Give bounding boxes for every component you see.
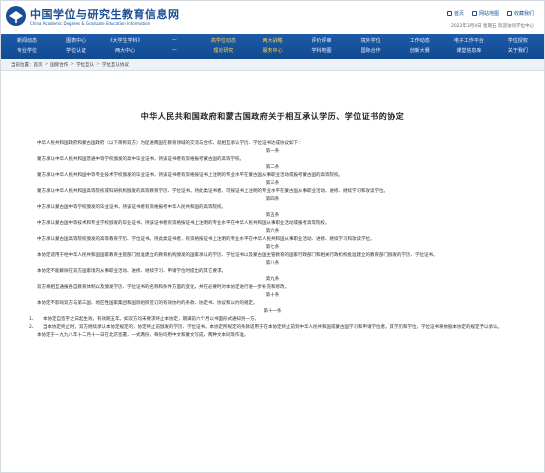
page: 中国学位与研究生教育信息网 China Academic Degrees & G… [0, 0, 545, 473]
nav-item[interactable]: 新闻动态 [7, 37, 47, 44]
article-heading: 第十条 [265, 293, 280, 298]
home-link[interactable]: 首页 [446, 10, 464, 17]
article-heading: 第四条 [265, 197, 280, 202]
home-icon [446, 11, 452, 16]
nav-item[interactable]: 理论研究 [203, 47, 243, 54]
document-panel: 中华人民共和国政府和蒙古国政府关于相互承认学历、学位证书的协定 中华人民共和国政… [15, 77, 530, 472]
article-heading: 第三条 [265, 181, 280, 186]
nav-item[interactable]: 《大学生学科》 [105, 37, 145, 44]
home-link-label: 首页 [453, 11, 464, 17]
article-heading: 第一条 [265, 149, 280, 154]
site-subtitle: China Academic Degrees & Graduate Educat… [30, 21, 151, 26]
breadcrumb-item[interactable]: 国际合作 [50, 62, 68, 68]
preamble: 中华人民共和国政府和蒙古国政府（以下简称双方）为促进两国在教育领域的交流与合作，… [37, 141, 303, 146]
breadcrumb-item[interactable]: 首页 [34, 62, 43, 68]
article-heading: 第七条 [265, 245, 280, 250]
article-text: 本协定适用于经中华人民共和国国家教育主管部门批准建立的教育机构颁发的国家承认的学… [37, 253, 438, 258]
article-text: 蒙方承认中华人民共和国中等专业技术学校颁发的毕业证书，持该证书者有资格按证书上注… [37, 173, 343, 178]
breadcrumb-item: 学位互认协议 [101, 62, 129, 68]
article-text: 中方承认蒙古国中等学校颁发的毕业证书，持该证书者有资格报考中华人民共和国的高等院… [37, 205, 226, 210]
article-text: 蒙方承认中华人民共和国高等院校或科研机构颁发的高等教育学历、学位证书。持此类证书… [37, 189, 388, 194]
article-text: 本协定不能解除在双方国家境内从事职业活动、进修、继续学习、申请学位时提出的其它要… [37, 269, 226, 274]
nav-item[interactable]: — [154, 37, 194, 44]
nav-item[interactable]: 创新大赛 [400, 47, 440, 54]
favorite-link[interactable]: 收藏我们 [506, 10, 534, 17]
article-heading: 第九条 [265, 277, 280, 282]
article-heading: 第五条 [265, 213, 280, 218]
article-heading: 第二条 [265, 165, 280, 170]
site-title[interactable]: 中国学位与研究生教育信息网 [30, 6, 180, 22]
breadcrumb-separator: > [96, 62, 100, 67]
sitemap-link[interactable]: 网站地图 [471, 10, 499, 17]
clause-text: 当本协定终止时，双方继续承认本协定规定的，协定终止前颁发的学历、学位证书。本协定… [43, 325, 502, 330]
sitemap-icon [471, 11, 477, 16]
article-text: 中方承认蒙古国高等院校颁发的高等教育学历、学位证书。持此类证书者，有资格按证书上… [37, 237, 375, 242]
nav-item[interactable]: 电子工作平台 [449, 37, 489, 44]
document-title: 中华人民共和国政府和蒙古国政府关于相互承认学历、学位证书的协定 [140, 112, 405, 121]
clause-item: 1、 本协定自签字之日起生效，有效期五年。如双方均未要求终止本协定，期满前六个月… [25, 316, 520, 324]
star-icon [506, 11, 512, 16]
nav-item[interactable]: 学位认证 [56, 47, 96, 54]
breadcrumb: 当前位置： 首页 > 国际合作 > 学位互认 > 学位互认协议 [1, 59, 544, 71]
document-body: 中华人民共和国政府和蒙古国政府（以下简称双方）为促进两国在教育领域的交流与合作，… [15, 140, 530, 340]
date-line: 2022年3月4日 星期五 欢迎访问学位中心 [450, 24, 534, 29]
nav-item[interactable]: 关于我们 [498, 47, 538, 54]
top-links: 首页 网站地图 收藏我们 [446, 10, 534, 17]
clause-number: 2、 [29, 325, 37, 330]
breadcrumb-item[interactable]: 学位互认 [76, 62, 94, 68]
nav-row-2: 专业学位 学位认证 两大中心 — 理论研究 服务中心 学科地图 国际合作 创新大… [7, 47, 538, 54]
nav-item[interactable]: 评价评审 [302, 37, 342, 44]
nav-item[interactable]: 高学位动态 [203, 37, 243, 44]
nav-item[interactable]: 两大战略 [252, 37, 292, 44]
site-header: 中国学位与研究生教育信息网 China Academic Degrees & G… [1, 1, 544, 34]
nav-item[interactable]: 专业学位 [7, 47, 47, 54]
clause-item: 2、 当本协定终止时，双方继续承认本协定规定的，协定终止前颁发的学历、学位证书。… [25, 324, 520, 332]
article-heading: 第十一条 [263, 309, 282, 314]
favorite-link-label: 收藏我们 [513, 11, 534, 17]
main-nav: 新闻动态 图表中心 《大学生学科》 — 高学位动态 两大战略 评价评审 境外学位… [1, 34, 544, 59]
sitemap-link-label: 网站地图 [478, 11, 499, 17]
article-heading: 第八条 [265, 261, 280, 266]
nav-item[interactable]: 图表中心 [56, 37, 96, 44]
nav-item[interactable]: 课堂信息库 [449, 47, 489, 54]
breadcrumb-label: 当前位置： [11, 62, 34, 68]
article-text: 蒙方承认中华人民共和国普通中等学校颁发的高中毕业证书，持该证书者有资格报考蒙古国… [37, 157, 244, 162]
nav-row-1: 新闻动态 图表中心 《大学生学科》 — 高学位动态 两大战略 评价评审 境外学位… [7, 37, 538, 44]
nav-item[interactable]: 学位授权 [498, 37, 538, 44]
nav-item[interactable]: 国际合作 [351, 47, 391, 54]
signing-statement: 本协定于一九九八年十二月十一日在北京签署，一式两份，每份均用中文和蒙文写成，两种… [37, 333, 249, 338]
breadcrumb-separator: > [44, 62, 49, 67]
nav-item[interactable]: 学科地图 [302, 47, 342, 54]
logo-emblem-icon[interactable] [5, 5, 27, 27]
article-text: 中方承认蒙古国中等技术和专业学校颁发的毕业证书，持该证书者有资格按证书上注明的专… [37, 221, 330, 226]
nav-item[interactable]: 工作动态 [400, 37, 440, 44]
nav-item[interactable]: 两大中心 [105, 47, 145, 54]
nav-item[interactable]: 境外学位 [351, 37, 391, 44]
clause-text: 本协定自签字之日起生效，有效期五年。如双方均未要求终止本协定，期满前六个月以书面… [43, 317, 259, 322]
clause-number: 1、 [29, 317, 37, 322]
nav-item[interactable]: — [154, 47, 194, 54]
article-text: 本协定不影响双方与第三国、地区性国家集团和国际组织签订的有效协约的条款、协定书、… [37, 301, 258, 306]
article-heading: 第六条 [265, 229, 280, 234]
nav-item[interactable]: 服务中心 [252, 47, 292, 54]
breadcrumb-separator: > [70, 62, 75, 67]
article-text: 双方将相互通报各自教育体制以及颁发学历、学位证书的名称和条件方面的变化，并在必要… [37, 285, 289, 290]
